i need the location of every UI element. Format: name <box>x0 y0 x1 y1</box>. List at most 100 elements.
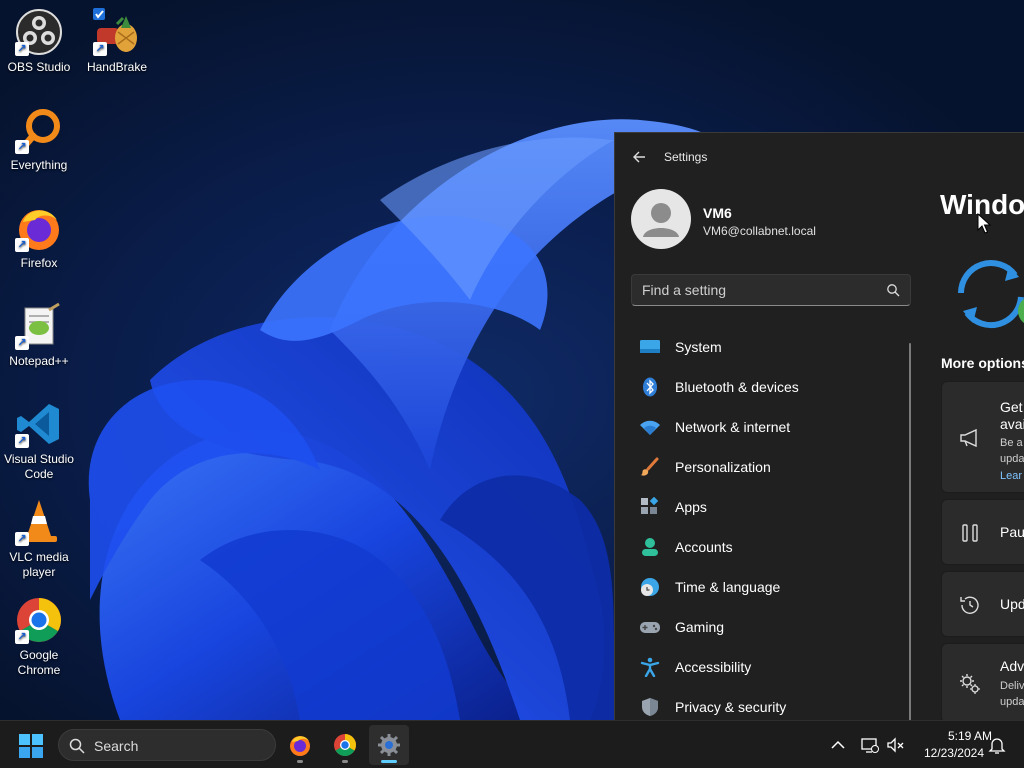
card-title: Upd <box>1000 596 1024 612</box>
shortcut-arrow-icon: ↗ <box>15 336 29 350</box>
settings-gear-icon <box>378 734 400 756</box>
nav-label: Accounts <box>675 539 733 555</box>
shortcut-arrow-icon: ↗ <box>15 630 29 644</box>
desktop-icon-obs-studio[interactable]: ↗ OBS Studio <box>0 8 78 75</box>
accounts-icon <box>642 538 658 556</box>
card-title: Adv <box>1000 658 1024 674</box>
advanced-options-card[interactable]: Adv Deliv upda <box>941 643 1024 720</box>
obs-icon: ↗ <box>15 8 63 56</box>
megaphone-icon <box>960 428 977 448</box>
update-history-card[interactable]: Upd <box>941 571 1024 637</box>
mouse-cursor-icon <box>977 213 991 234</box>
nav-item-personalization[interactable]: Personalization <box>631 447 911 487</box>
network-icon[interactable] <box>860 735 880 755</box>
nav-label: Time & language <box>675 579 781 595</box>
get-updates-card[interactable]: Get avai Be a upda Lear <box>941 381 1024 493</box>
desktop-icon-label: Visual Studio Code <box>4 452 74 481</box>
nav-label: Bluetooth & devices <box>675 379 799 395</box>
bluetooth-icon <box>643 377 657 397</box>
desktop-icon-label: Everything <box>10 158 68 172</box>
shield-icon <box>642 698 658 716</box>
notification-bell-icon[interactable] <box>987 735 1007 755</box>
taskbar-firefox[interactable] <box>280 725 320 765</box>
nav-scrollbar[interactable] <box>909 343 911 720</box>
card-subtitle-line2: upda <box>1000 696 1024 708</box>
desktop-icon-notepadpp[interactable]: ↗ Notepad++ <box>0 302 78 369</box>
learn-more-link[interactable]: Lear <box>1000 470 1022 482</box>
desktop-icon-label: Google Chrome <box>17 648 61 677</box>
start-button[interactable] <box>18 733 44 759</box>
history-icon <box>960 596 979 614</box>
nav-label: Network & internet <box>675 419 791 435</box>
desktop-icon-vscode[interactable]: ↗ Visual Studio Code <box>0 400 78 482</box>
card-subtitle: Be a <box>1000 437 1023 449</box>
user-placeholder-icon <box>643 203 679 237</box>
card-title: Paus <box>1000 524 1024 540</box>
nav-item-apps[interactable]: Apps <box>631 487 911 527</box>
search-icon <box>69 738 85 754</box>
handbrake-icon: ↗ <box>93 8 141 56</box>
card-subtitle-line2: upda <box>1000 453 1024 465</box>
nav-label: Personalization <box>675 459 771 475</box>
desktop-icon-firefox[interactable]: ↗ Firefox <box>0 204 78 271</box>
nav-item-accessibility[interactable]: Accessibility <box>631 647 911 687</box>
desktop-icon-handbrake[interactable]: ↗ HandBrake <box>78 8 156 75</box>
desktop-icon-label: Firefox <box>20 256 58 270</box>
desktop-icon-label: HandBrake <box>86 60 148 74</box>
settings-nav: System Bluetooth & devices Network & int… <box>631 327 911 720</box>
shortcut-arrow-icon: ↗ <box>15 238 29 252</box>
nav-item-network[interactable]: Network & internet <box>631 407 911 447</box>
card-title-line2: avai <box>1000 416 1024 432</box>
nav-item-system[interactable]: System <box>631 327 911 367</box>
nav-item-time-language[interactable]: Time & language <box>631 567 911 607</box>
clock-date[interactable]: 12/23/2024 <box>904 746 984 760</box>
volume-muted-icon[interactable] <box>886 735 906 755</box>
nav-item-privacy-security[interactable]: Privacy & security <box>631 687 911 720</box>
accessibility-icon <box>640 657 660 677</box>
gamepad-icon <box>640 622 660 633</box>
desktop-icon-label: OBS Studio <box>7 60 71 74</box>
desktop-icon-label: VLC media player <box>9 550 69 579</box>
taskbar-search[interactable]: Search <box>58 729 276 761</box>
back-arrow-icon <box>633 151 645 163</box>
nav-item-bluetooth[interactable]: Bluetooth & devices <box>631 367 911 407</box>
apps-icon <box>641 497 659 514</box>
taskbar-search-label: Search <box>94 738 139 754</box>
search-icon <box>887 284 900 297</box>
taskbar-settings[interactable] <box>369 725 409 765</box>
profile-email: VM6@collabnet.local <box>703 224 816 238</box>
chevron-up-icon[interactable] <box>828 735 848 755</box>
windows-logo-icon <box>19 734 43 758</box>
gears-icon <box>960 674 980 694</box>
shortcut-arrow-icon: ↗ <box>15 434 29 448</box>
card-subtitle: Deliv <box>1000 680 1024 692</box>
clock-time[interactable]: 5:19 AM <box>924 729 992 743</box>
title-bar[interactable]: Settings <box>615 133 1024 181</box>
wifi-icon <box>640 420 660 435</box>
firefox-icon <box>290 736 310 756</box>
window-title: Settings <box>664 150 708 164</box>
everything-icon: ↗ <box>15 106 63 154</box>
vlc-icon: ↗ <box>15 498 63 546</box>
nav-item-accounts[interactable]: Accounts <box>631 527 911 567</box>
desktop-icon-chrome[interactable]: ↗ Google Chrome <box>0 596 78 678</box>
taskbar-chrome[interactable] <box>325 725 365 765</box>
chrome-icon <box>334 734 356 756</box>
nav-item-gaming[interactable]: Gaming <box>631 607 911 647</box>
windows-update-sync-icon <box>958 260 1024 329</box>
nav-label: System <box>675 339 722 355</box>
back-button[interactable] <box>629 147 649 167</box>
brush-icon <box>641 457 659 476</box>
desktop-icon-everything[interactable]: ↗ Everything <box>0 106 78 173</box>
desktop-icon-label: Notepad++ <box>9 354 69 368</box>
shortcut-arrow-icon: ↗ <box>93 42 107 56</box>
avatar[interactable] <box>631 189 691 249</box>
settings-window: Settings VM6 VM6@collabnet.local System … <box>614 132 1024 720</box>
vscode-icon: ↗ <box>15 400 63 448</box>
pause-updates-card[interactable]: Paus <box>941 499 1024 565</box>
globe-clock-icon <box>641 578 659 596</box>
desktop-icon-vlc[interactable]: ↗ VLC media player <box>0 498 78 580</box>
find-setting-input[interactable] <box>632 275 910 305</box>
find-setting-search[interactable] <box>631 274 911 306</box>
nav-label: Apps <box>675 499 707 515</box>
